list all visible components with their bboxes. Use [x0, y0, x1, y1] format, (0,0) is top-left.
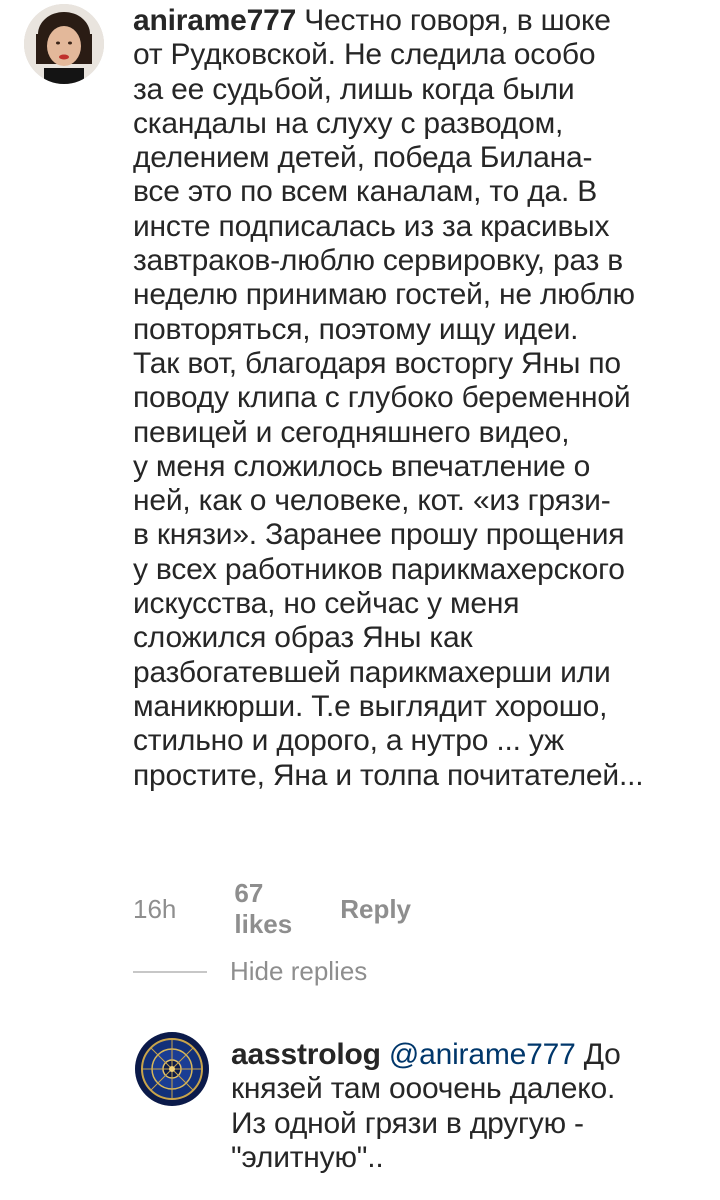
comment-line: маникюрши. Т.е выглядит хорошо, [133, 689, 608, 723]
mention-link[interactable]: @anirame777 [389, 1038, 576, 1071]
comment-line: простите, Яна и толпа почитателей... [133, 758, 644, 792]
comment-username[interactable]: anirame777 [133, 4, 296, 37]
comment-line: неделю принимаю гостей, не люблю [133, 278, 635, 312]
avatar[interactable] [24, 4, 104, 84]
replies-divider [133, 970, 207, 973]
comment-line: все это по всем каналам, то да. В [133, 175, 598, 209]
reply-line: князей там ооочень далеко. [231, 1072, 616, 1106]
comment-line: в князи». Заранее прошу прощения [133, 518, 625, 552]
comment-text: anirame777 Честно говоря, в шоке от Рудк… [133, 4, 644, 793]
reply-avatar[interactable] [135, 1032, 209, 1106]
comment-timestamp: 16h [133, 893, 177, 924]
comment-line: поводу клипа с глубоко беременной [133, 381, 631, 415]
comment-line: повторяться, поэтому ищу идеи. [133, 312, 579, 346]
reply-text: aasstrolog @anirame777 До князей там ооо… [231, 1038, 621, 1175]
reply-first-line: До [583, 1038, 621, 1071]
comment-line: у меня сложилось впечатление о [133, 449, 591, 483]
hide-replies-label: Hide replies [230, 956, 368, 986]
comment-line: ней, как о человеке, кот. «из грязи- [133, 484, 611, 518]
comment-line: стильно и дорого, а нутро ... уж [133, 724, 564, 758]
comment-line: сложился образ Яны как [133, 621, 473, 655]
comment-line: у всех работников парикмахерского [133, 552, 625, 586]
avatar-photo-icon [24, 4, 104, 84]
zodiac-wheel-icon [135, 1032, 209, 1106]
comment-line: искусства, но сейчас у меня [133, 587, 520, 621]
comment-line: за ее судьбой, лишь когда были [133, 72, 575, 106]
comment-line: завтраков-люблю сервировку, раз в [133, 244, 624, 278]
reply-line: "элитную".. [231, 1140, 384, 1174]
comment-line: инсте подписалась из за красивых [133, 209, 610, 243]
reply-username[interactable]: aasstrolog [231, 1038, 381, 1071]
reply-line: Из одной грязи в другую - [231, 1106, 584, 1140]
comment-line: певицей и сегодняшнего видео, [133, 415, 570, 449]
comment-line: разбогатевшей парикмахерши или [133, 655, 611, 689]
comment-line: Так вот, благодаря восторгу Яны по [133, 346, 621, 380]
comment-first-line: Честно говоря, в шоке [304, 4, 611, 37]
comment-line: делением детей, победа Билана- [133, 141, 593, 175]
hide-replies-button[interactable]: Hide replies [133, 956, 367, 987]
comment-meta: 16h 67 likes Reply [133, 878, 411, 940]
comment-line: от Рудковской. Не следила особо [133, 38, 596, 72]
comment-line: скандалы на слуху с разводом, [133, 106, 564, 140]
reply-button[interactable]: Reply [340, 894, 411, 925]
likes-count-link[interactable]: 67 likes [234, 878, 292, 940]
